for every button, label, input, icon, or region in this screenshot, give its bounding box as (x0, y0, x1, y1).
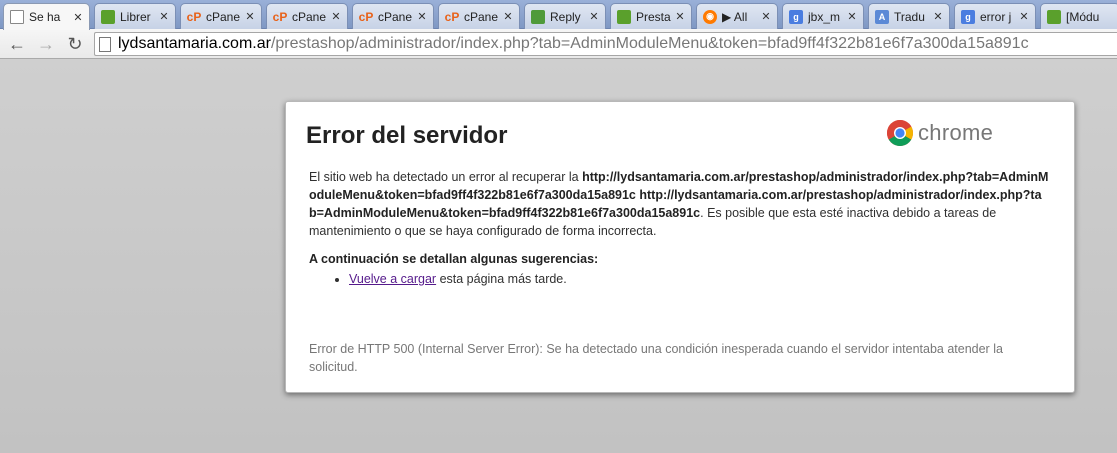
tab-label: jbx_m (808, 9, 841, 24)
tab-label: cPane (206, 9, 241, 24)
error-code: Error de HTTP 500 (Internal Server Error… (309, 342, 1003, 374)
tab[interactable]: Reply ✕ (524, 3, 606, 29)
tab-active[interactable]: Se ha ✕ (3, 3, 90, 30)
reload-button[interactable]: ↻ (64, 34, 86, 54)
tab-close-icon[interactable]: ✕ (71, 11, 85, 24)
tab[interactable]: ◉ ▶ All ✕ (696, 3, 778, 29)
back-button[interactable]: ← (6, 34, 28, 54)
tab-close-icon[interactable]: ✕ (931, 10, 945, 23)
tab[interactable]: g error j ✕ (954, 3, 1036, 29)
tab-close-icon[interactable]: ✕ (673, 10, 687, 23)
tab[interactable]: Presta ✕ (610, 3, 692, 29)
tab-label: Reply (550, 9, 581, 24)
tab[interactable]: A Tradu ✕ (868, 3, 950, 29)
reply-icon (531, 9, 545, 24)
reload-link[interactable]: Vuelve a cargar (349, 272, 436, 286)
url-path: /prestashop/administrador/index.php?tab=… (270, 35, 1029, 52)
cpanel-icon: cP (358, 9, 374, 24)
tab-close-icon[interactable]: ✕ (845, 10, 859, 23)
suggestions-list: Vuelve a cargar esta página más tarde. (349, 270, 1049, 288)
play-icon: ◉ (703, 9, 717, 24)
forward-button[interactable]: → (35, 34, 57, 54)
shop-icon (101, 9, 115, 24)
google-icon: g (789, 9, 803, 24)
error-description: El sitio web ha detectado un error al re… (309, 168, 1049, 288)
chrome-logo: chrome (886, 119, 993, 147)
suggestions-heading: A continuación se detallan algunas suger… (309, 252, 599, 266)
tab-strip: Se ha ✕ Librer ✕ cP cPane ✕ cP cPane ✕ c… (0, 0, 1117, 30)
error-message: El sitio web ha detectado un error al re… (309, 168, 1049, 240)
list-item: Vuelve a cargar esta página más tarde. (349, 270, 1049, 288)
url-host: lydsantamaria.com.ar (118, 35, 271, 52)
shop-icon (617, 9, 631, 24)
tab-label: Presta (636, 9, 671, 24)
tab-close-icon[interactable]: ✕ (1017, 10, 1031, 23)
tab[interactable]: [Módu (1040, 3, 1117, 29)
cpanel-icon: cP (272, 9, 288, 24)
tab[interactable]: cP cPane ✕ (438, 3, 520, 29)
doc-icon (10, 10, 24, 24)
error-intro: El sitio web ha detectado un error al re… (309, 170, 583, 184)
tab-close-icon[interactable]: ✕ (157, 10, 171, 23)
shop-icon (1047, 9, 1061, 24)
chrome-logo-text: chrome (918, 120, 994, 145)
tab-label: cPane (464, 9, 499, 24)
page-icon (99, 36, 111, 52)
tab-close-icon[interactable]: ✕ (587, 10, 601, 23)
tab[interactable]: Librer ✕ (94, 3, 176, 29)
tab-label: cPane (378, 9, 413, 24)
suggestion-tail: esta página más tarde. (436, 272, 567, 286)
translate-icon: A (875, 9, 889, 24)
tab-label: [Módu (1066, 9, 1100, 24)
tab-label: ▶ All (722, 9, 748, 24)
tab-close-icon[interactable]: ✕ (501, 10, 515, 23)
google-icon: g (961, 9, 975, 24)
tab-label: Librer (120, 9, 151, 24)
tab-label: cPane (292, 9, 327, 24)
error-card: Error del servidor chrome El sitio web h… (285, 101, 1075, 393)
tab-label: error j (980, 9, 1012, 24)
tab-close-icon[interactable]: ✕ (759, 10, 773, 23)
chrome-icon (886, 120, 914, 147)
cpanel-icon: cP (444, 9, 460, 24)
browser-toolbar: ← → ↻ lydsantamaria.com.ar/prestashop/ad… (0, 29, 1117, 59)
tab[interactable]: g jbx_m ✕ (782, 3, 864, 29)
tab-close-icon[interactable]: ✕ (329, 10, 343, 23)
tab-close-icon[interactable]: ✕ (243, 10, 257, 23)
tab-label: Tradu (894, 9, 925, 24)
address-bar[interactable]: lydsantamaria.com.ar/prestashop/administ… (94, 32, 1117, 56)
error-title: Error del servidor (306, 122, 508, 149)
tab[interactable]: cP cPane ✕ (266, 3, 348, 29)
tab-close-icon[interactable]: ✕ (415, 10, 429, 23)
tab[interactable]: cP cPane ✕ (352, 3, 434, 29)
tab[interactable]: cP cPane ✕ (180, 3, 262, 29)
tab-label: Se ha (29, 10, 61, 24)
cpanel-icon: cP (186, 9, 202, 24)
